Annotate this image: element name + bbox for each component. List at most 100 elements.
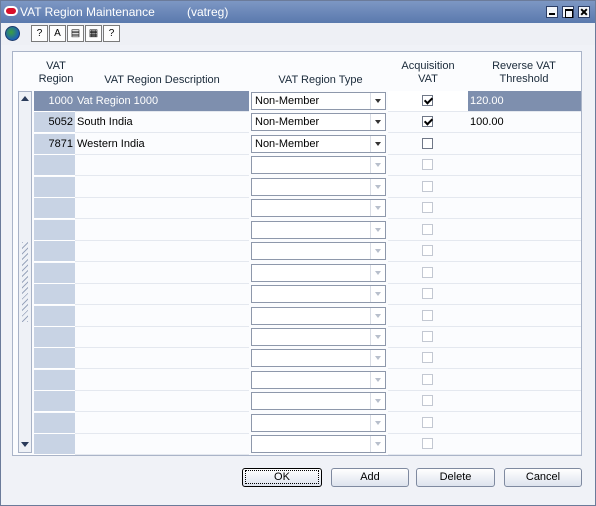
acquisition-vat-checkbox[interactable] (422, 352, 433, 364)
reverse-vat-threshold-cell[interactable] (468, 134, 581, 155)
chevron-down-icon[interactable] (370, 178, 385, 195)
vat-region-type-select[interactable] (251, 263, 386, 282)
description-cell[interactable]: Vat Region 1000 (75, 91, 249, 112)
description-cell[interactable] (75, 327, 249, 348)
vat-region-cell[interactable] (34, 241, 75, 263)
table-row[interactable]: 7871 Western India Non-Member (34, 133, 581, 155)
vat-region-cell[interactable] (34, 391, 75, 413)
table-row[interactable] (34, 241, 581, 263)
vat-region-type-select[interactable] (251, 435, 386, 454)
reverse-vat-threshold-cell[interactable] (468, 370, 581, 391)
vat-region-cell[interactable] (34, 412, 75, 434)
vat-region-type-select[interactable] (251, 285, 386, 304)
acquisition-vat-checkbox[interactable] (422, 330, 433, 342)
acquisition-vat-checkbox[interactable] (422, 202, 433, 214)
scroll-up-icon[interactable] (20, 93, 30, 105)
help-icon[interactable]: ? (31, 25, 48, 42)
chevron-down-icon[interactable] (370, 264, 385, 281)
table-row[interactable] (34, 262, 581, 284)
description-cell[interactable]: Western India (75, 134, 249, 155)
chevron-down-icon[interactable] (370, 93, 385, 109)
description-cell[interactable] (75, 348, 249, 370)
vat-region-type-select[interactable]: Non-Member (251, 92, 386, 110)
scroll-down-icon[interactable] (20, 439, 30, 451)
reverse-vat-threshold-cell[interactable] (468, 241, 581, 263)
table-row[interactable] (34, 176, 581, 198)
vat-region-cell[interactable] (34, 198, 75, 220)
chevron-down-icon[interactable] (370, 371, 385, 388)
chevron-down-icon[interactable] (370, 307, 385, 324)
acquisition-vat-checkbox[interactable] (422, 373, 433, 385)
acquisition-vat-checkbox[interactable] (422, 116, 433, 128)
whatsthis-icon[interactable]: ? (103, 25, 120, 42)
vat-region-cell[interactable] (34, 326, 75, 348)
vat-region-type-select[interactable]: Non-Member (251, 113, 386, 132)
reverse-vat-threshold-cell[interactable]: 100.00 (468, 112, 581, 134)
acquisition-vat-checkbox[interactable] (422, 266, 433, 278)
description-cell[interactable] (75, 434, 249, 456)
vat-region-type-select[interactable] (251, 370, 386, 389)
acquisition-vat-checkbox[interactable] (422, 438, 433, 450)
close-icon[interactable] (578, 6, 590, 18)
reverse-vat-threshold-cell[interactable] (468, 155, 581, 177)
chevron-down-icon[interactable] (370, 393, 385, 410)
chevron-down-icon[interactable] (370, 157, 385, 174)
table-row[interactable]: 1000 Vat Region 1000 Non-Member 120.00 (34, 91, 581, 112)
vat-region-type-select[interactable] (251, 220, 386, 239)
table-row[interactable] (34, 348, 581, 370)
vat-region-cell[interactable]: 7871 (34, 133, 75, 155)
vat-region-type-select[interactable] (251, 392, 386, 411)
acquisition-vat-checkbox[interactable] (422, 137, 433, 149)
chevron-down-icon[interactable] (370, 114, 385, 131)
vat-region-cell[interactable] (34, 155, 75, 177)
table-row[interactable] (34, 434, 581, 456)
maximize-icon[interactable] (562, 6, 574, 18)
table-row[interactable] (34, 155, 581, 177)
cancel-button[interactable]: Cancel (504, 468, 582, 487)
chevron-down-icon[interactable] (370, 200, 385, 217)
chevron-down-icon[interactable] (370, 350, 385, 367)
description-cell[interactable] (75, 241, 249, 263)
minimize-icon[interactable] (546, 6, 558, 18)
vat-region-cell[interactable]: 5052 (34, 112, 75, 134)
table-row[interactable] (34, 391, 581, 413)
vat-region-cell[interactable] (34, 434, 75, 456)
title-bar[interactable]: VAT Region Maintenance (vatreg) (1, 1, 595, 23)
table-row[interactable] (34, 305, 581, 327)
description-cell[interactable] (75, 306, 249, 327)
table-row[interactable] (34, 369, 581, 391)
description-cell[interactable] (75, 391, 249, 413)
acquisition-vat-checkbox[interactable] (422, 95, 433, 106)
table-row[interactable]: 5052 South India Non-Member 100.00 (34, 112, 581, 134)
description-cell[interactable] (75, 177, 249, 198)
chevron-down-icon[interactable] (370, 243, 385, 260)
reverse-vat-threshold-cell[interactable] (468, 434, 581, 456)
vat-region-type-select[interactable]: Non-Member (251, 134, 386, 153)
reverse-vat-threshold-cell[interactable] (468, 177, 581, 198)
description-cell[interactable] (75, 284, 249, 306)
acquisition-vat-checkbox[interactable] (422, 288, 433, 300)
description-cell[interactable] (75, 198, 249, 220)
description-cell[interactable] (75, 263, 249, 284)
acquisition-vat-checkbox[interactable] (422, 180, 433, 192)
vat-region-cell[interactable]: 1000 (34, 91, 75, 112)
spellcheck-icon[interactable]: A (49, 25, 66, 42)
table-row[interactable] (34, 198, 581, 220)
vat-region-cell[interactable] (34, 219, 75, 241)
globe-icon[interactable] (4, 25, 21, 42)
table-row[interactable] (34, 219, 581, 241)
vat-region-cell[interactable] (34, 284, 75, 306)
description-cell[interactable] (75, 413, 249, 434)
acquisition-vat-checkbox[interactable] (422, 159, 433, 171)
table-row[interactable] (34, 412, 581, 434)
chevron-down-icon[interactable] (370, 221, 385, 238)
acquisition-vat-checkbox[interactable] (422, 309, 433, 321)
reverse-vat-threshold-cell[interactable] (468, 413, 581, 434)
chevron-down-icon[interactable] (370, 414, 385, 431)
reverse-vat-threshold-cell[interactable] (468, 263, 581, 284)
description-cell[interactable] (75, 155, 249, 177)
add-button[interactable]: Add (331, 468, 409, 487)
vat-region-type-select[interactable] (251, 327, 386, 346)
description-cell[interactable] (75, 370, 249, 391)
vertical-scrollbar[interactable] (18, 91, 32, 453)
